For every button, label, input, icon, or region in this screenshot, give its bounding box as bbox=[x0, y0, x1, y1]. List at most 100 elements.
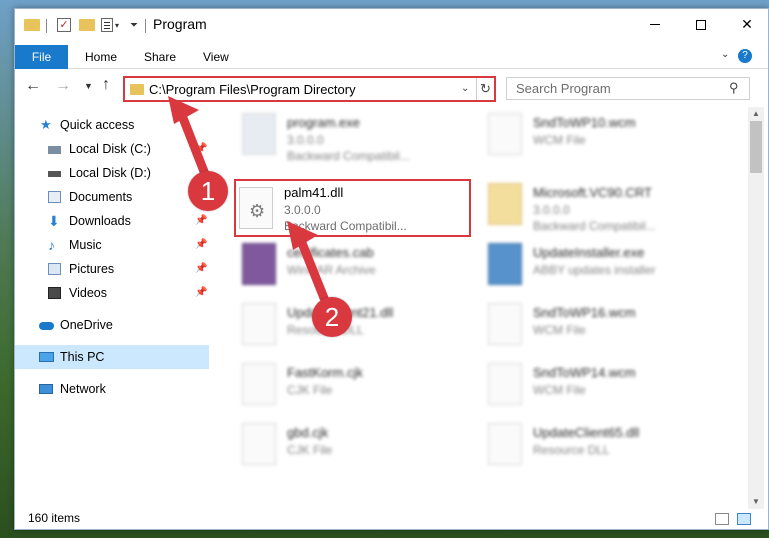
sidebar-item-music[interactable]: ♪ Music 📌 bbox=[15, 233, 209, 257]
sidebar-item-documents[interactable]: Documents bbox=[15, 185, 209, 209]
chevron-down-icon[interactable]: ▾ bbox=[115, 21, 119, 30]
computer-icon bbox=[39, 352, 54, 362]
sidebar-item-network[interactable]: Network bbox=[15, 377, 209, 401]
pin-icon[interactable]: 📌 bbox=[195, 137, 207, 161]
refresh-icon[interactable]: ↻ bbox=[476, 78, 494, 100]
file-name: palm41.dll bbox=[284, 185, 344, 200]
minimize-icon bbox=[650, 24, 660, 25]
file-type: ABBY updates installer bbox=[533, 263, 656, 277]
vertical-scrollbar[interactable]: ▲ ▼ bbox=[748, 107, 764, 509]
file-name: SndToWP10.wcm bbox=[533, 115, 636, 130]
tab-file[interactable]: File bbox=[15, 45, 68, 69]
sidebar-item-downloads[interactable]: ⬇ Downloads 📌 bbox=[15, 209, 209, 233]
forward-arrow-icon[interactable]: → bbox=[55, 77, 71, 95]
file-name: UpdateClient65.dll bbox=[533, 425, 640, 440]
list-item[interactable]: UpdateClient65.dll Resource DLL bbox=[482, 419, 722, 479]
sidebar-item-label: Videos bbox=[69, 286, 107, 300]
customize-toolbar-icon[interactable]: ⏷ bbox=[130, 20, 138, 31]
search-input[interactable] bbox=[507, 78, 722, 99]
sidebar-item-local-disk-d[interactable]: Local Disk (D:) bbox=[15, 161, 209, 185]
file-version: 3.0.0.0 bbox=[533, 203, 570, 217]
scroll-down-icon[interactable]: ▼ bbox=[748, 497, 764, 506]
explorer-window: ✓ ▾ ⏷ Program ✕ File Home Share View ⌄ ?… bbox=[14, 8, 769, 530]
step-2-badge: 2 bbox=[312, 297, 352, 337]
chevron-down-icon[interactable]: ⌄ bbox=[461, 83, 469, 94]
sidebar-item-pictures[interactable]: Pictures 📌 bbox=[15, 257, 209, 281]
archive-icon bbox=[242, 243, 276, 285]
tab-view[interactable]: View bbox=[203, 45, 229, 69]
music-note-icon: ♪ bbox=[48, 237, 55, 253]
videos-icon bbox=[48, 287, 61, 299]
sidebar-item-label: Local Disk (D:) bbox=[69, 166, 151, 180]
tab-share[interactable]: Share bbox=[144, 45, 176, 69]
chevron-down-icon[interactable]: ⌄ bbox=[721, 49, 729, 60]
file-type: WCM File bbox=[533, 383, 586, 397]
list-item[interactable]: FastKorm.cjk CJK File bbox=[236, 359, 476, 419]
navigation-pane: ★ Quick access Local Disk (C:) 📌 Local D… bbox=[15, 109, 215, 509]
file-description: Backward Compatibil... bbox=[287, 149, 410, 163]
details-view-icon[interactable] bbox=[715, 513, 729, 525]
list-item[interactable]: certificates.cab WinRAR Archive bbox=[236, 239, 476, 299]
pin-icon[interactable]: 📌 bbox=[195, 233, 207, 257]
close-button[interactable]: ✕ bbox=[724, 9, 768, 40]
file-version: 3.0.0.0 bbox=[287, 133, 324, 147]
pin-icon[interactable]: 📌 bbox=[195, 281, 207, 305]
sidebar-item-label: Music bbox=[69, 238, 102, 252]
tab-home[interactable]: Home bbox=[85, 45, 117, 69]
navigation-bar: ← → ▼ ↑ C:\Program Files\Program Directo… bbox=[15, 73, 768, 103]
list-item[interactable]: Microsoft.VC90.CRT 3.0.0.0 Backward Comp… bbox=[482, 179, 722, 239]
list-item[interactable]: UpdateClient21.dll Resource DLL bbox=[236, 299, 476, 359]
file-name: SndToWP14.wcm bbox=[533, 365, 636, 380]
maximize-button[interactable] bbox=[678, 9, 724, 40]
list-item[interactable]: SndToWP10.wcm WCM File bbox=[482, 109, 722, 169]
properties-icon[interactable] bbox=[101, 18, 113, 32]
address-bar[interactable]: C:\Program Files\Program Directory ⌄ ↻ bbox=[123, 76, 496, 102]
file-type: WCM File bbox=[533, 323, 586, 337]
file-name: gbd.cjk bbox=[287, 425, 329, 440]
sidebar-item-onedrive[interactable]: OneDrive bbox=[15, 313, 209, 337]
scrollbar-thumb[interactable] bbox=[750, 121, 762, 173]
file-type: WCM File bbox=[533, 133, 586, 147]
file-version: 3.0.0.0 bbox=[284, 203, 321, 217]
ribbon-tabs: File Home Share View ⌄ ? bbox=[15, 45, 768, 69]
list-item[interactable]: program.exe 3.0.0.0 Backward Compatibil.… bbox=[236, 109, 476, 169]
back-arrow-icon[interactable]: ← bbox=[25, 77, 41, 95]
up-arrow-icon[interactable]: ↑ bbox=[102, 76, 110, 94]
minimize-button[interactable] bbox=[632, 9, 678, 40]
address-path[interactable]: C:\Program Files\Program Directory bbox=[149, 82, 356, 97]
folder-icon bbox=[130, 84, 144, 95]
file-type: WinRAR Archive bbox=[287, 263, 376, 277]
dll-file-icon: ⚙ bbox=[239, 187, 273, 229]
tiles-view-icon[interactable] bbox=[737, 513, 751, 525]
search-icon[interactable]: ⚲ bbox=[729, 80, 739, 96]
properties-check-icon[interactable]: ✓ bbox=[57, 18, 71, 32]
sidebar-item-this-pc[interactable]: This PC bbox=[15, 345, 209, 369]
pin-icon[interactable]: 📌 bbox=[195, 209, 207, 233]
search-box[interactable]: ⚲ bbox=[506, 77, 750, 100]
list-item[interactable]: SndToWP14.wcm WCM File bbox=[482, 359, 722, 419]
scroll-up-icon[interactable]: ▲ bbox=[748, 109, 764, 118]
sidebar-item-label: Downloads bbox=[69, 214, 131, 228]
file-icon bbox=[488, 303, 522, 345]
sidebar-item-videos[interactable]: Videos 📌 bbox=[15, 281, 209, 305]
pin-icon[interactable]: 📌 bbox=[195, 257, 207, 281]
sidebar-item-label: This PC bbox=[60, 350, 105, 364]
sidebar-item-quick-access[interactable]: ★ Quick access bbox=[15, 113, 209, 137]
documents-icon bbox=[48, 191, 61, 203]
gear-icon: ⚙ bbox=[249, 201, 266, 221]
sidebar-item-label: Local Disk (C:) bbox=[69, 142, 151, 156]
help-icon[interactable]: ? bbox=[738, 49, 752, 63]
file-name: program.exe bbox=[287, 115, 360, 130]
file-name: certificates.cab bbox=[287, 245, 374, 260]
sidebar-item-label: Pictures bbox=[69, 262, 115, 276]
list-item-selected-dll[interactable]: ⚙ palm41.dll 3.0.0.0 Backward Compatibil… bbox=[234, 179, 471, 237]
new-folder-icon[interactable] bbox=[79, 19, 95, 31]
file-name: SndToWP16.wcm bbox=[533, 305, 636, 320]
recent-locations-icon[interactable]: ▼ bbox=[84, 81, 93, 91]
file-description: Backward Compatibil... bbox=[284, 219, 407, 233]
list-item[interactable]: UpdateInstaller.exe ABBY updates install… bbox=[482, 239, 722, 299]
list-item[interactable]: SndToWP16.wcm WCM File bbox=[482, 299, 722, 359]
list-item[interactable]: gbd.cjk CJK File bbox=[236, 419, 476, 479]
file-icon bbox=[488, 113, 522, 155]
sidebar-item-local-disk-c[interactable]: Local Disk (C:) 📌 bbox=[15, 137, 209, 161]
